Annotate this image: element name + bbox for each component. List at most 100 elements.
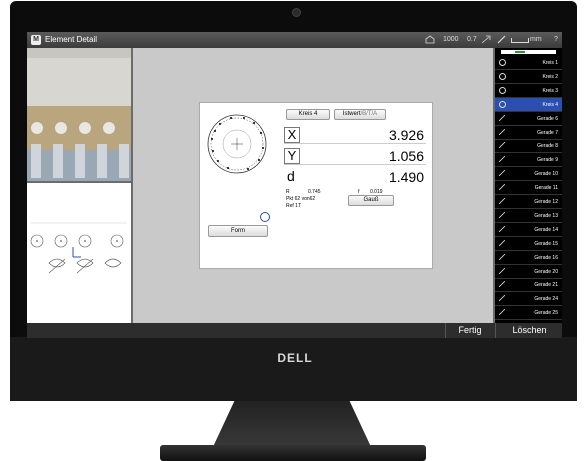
unit-label: mm <box>530 36 542 43</box>
list-item-label: Kreis 2 <box>542 73 558 80</box>
circle-icon <box>499 59 506 66</box>
window-title: Element Detail <box>45 35 98 44</box>
done-button[interactable]: Fertig <box>445 323 494 338</box>
list-header <box>501 50 556 54</box>
list-item-label: Kreis 4 <box>542 101 558 108</box>
list-item-label: Gerade 9 <box>537 157 558 164</box>
list-item[interactable]: Gerade 11 <box>495 181 562 196</box>
line-icon <box>498 225 506 233</box>
list-item[interactable]: Gerade 16 <box>495 251 562 265</box>
delete-button[interactable]: Löschen <box>495 323 562 338</box>
screen: M Element Detail 1000 0.7 mm ? Kreis 4 I… <box>27 32 562 338</box>
y-label: Y <box>284 148 300 164</box>
y-row: Y 1.056 <box>284 148 426 165</box>
element-detail-panel: Kreis 4 Istwert/B/T/A X 3.926 Y 1.056 d … <box>199 102 433 269</box>
reference-label: Ref 1T <box>286 203 302 209</box>
webcam <box>292 8 301 17</box>
cad-thumbnail[interactable] <box>27 183 131 323</box>
form-button[interactable]: Form <box>208 225 268 237</box>
list-item-label: Gerade 16 <box>534 254 558 261</box>
home-icon[interactable] <box>425 35 435 44</box>
status-value-2: 0.7 <box>467 36 477 43</box>
line-icon <box>498 197 506 205</box>
mode-button-rest: /B/T/A <box>360 111 378 117</box>
d-value: 1.490 <box>388 169 424 185</box>
light-icon[interactable] <box>481 35 491 44</box>
list-item[interactable]: Kreis 1 <box>495 56 562 70</box>
list-item[interactable]: Gerade 6 <box>495 112 562 126</box>
line-icon <box>498 308 506 316</box>
pen-icon[interactable] <box>497 35 507 44</box>
list-item-label: Gerade 25 <box>534 310 558 317</box>
d-row: d 1.490 <box>284 168 426 185</box>
monitor-stand <box>212 401 372 449</box>
circle-preview <box>204 111 270 177</box>
bottom-bar: Fertig Löschen <box>27 323 562 338</box>
line-icon <box>498 128 506 135</box>
list-item[interactable]: Gerade 14 <box>495 223 562 237</box>
list-item[interactable]: Gerade 15 <box>495 237 562 251</box>
mode-button-main: Istwert <box>342 111 361 117</box>
list-item-label: Gerade 20 <box>534 268 558 275</box>
line-icon <box>498 267 506 274</box>
element-list: Kreis 1 Kreis 2 Kreis 3 Kreis 4 Gerade 6 Gera… <box>495 48 562 323</box>
list-item[interactable]: Gerade 9 <box>495 153 562 168</box>
list-item-label: Kreis 3 <box>542 87 558 94</box>
list-item-label: Gerade 7 <box>537 129 558 136</box>
circle-icon <box>499 100 506 108</box>
line-icon <box>498 281 506 288</box>
line-icon <box>498 239 506 246</box>
line-icon <box>498 169 506 177</box>
line-icon <box>498 253 506 260</box>
list-item-label: Gerade 13 <box>534 212 558 219</box>
list-item-label: Kreis 1 <box>542 60 558 66</box>
status-value-1: 1000 <box>443 36 459 43</box>
line-icon <box>498 114 506 121</box>
list-item-label: Gerade 14 <box>534 226 558 233</box>
list-item-label: Gerade 21 <box>534 282 558 289</box>
circle-icon <box>499 86 506 94</box>
list-item-label: Gerade 10 <box>534 171 558 178</box>
list-header-indicator <box>515 51 525 53</box>
circle-icon <box>499 72 506 80</box>
circle-marker-icon <box>260 212 270 222</box>
mode-select-button[interactable]: Istwert/B/T/A <box>334 109 386 120</box>
list-item[interactable]: Kreis 2 <box>495 70 562 84</box>
y-value: 1.056 <box>388 148 424 164</box>
app-logo: M <box>31 35 41 45</box>
list-item[interactable]: Gerade 7 <box>495 126 562 140</box>
x-label: X <box>284 127 300 143</box>
list-item-label: Gerade 11 <box>534 185 558 192</box>
list-item[interactable]: Gerade 24 <box>495 292 562 307</box>
list-item-label: Gerade 12 <box>534 199 558 205</box>
list-item-label: Gerade 6 <box>537 115 558 122</box>
line-icon <box>498 156 506 163</box>
list-item[interactable]: Gerade 21 <box>495 278 562 293</box>
element-select-button[interactable]: Kreis 4 <box>286 109 330 120</box>
help-button[interactable]: ? <box>554 36 558 43</box>
list-item-label: Gerade 8 <box>537 143 558 150</box>
monitor-stand-base <box>160 445 426 461</box>
list-item[interactable]: Gerade 13 <box>495 209 562 223</box>
camera-thumbnail[interactable] <box>27 48 131 181</box>
list-item[interactable]: Gerade 12 <box>495 195 562 209</box>
title-bar: M Element Detail 1000 0.7 mm ? <box>27 32 562 48</box>
x-row: X 3.926 <box>284 127 426 144</box>
list-item[interactable]: Gerade 25 <box>495 306 562 321</box>
r-value: 0.745 <box>308 189 321 195</box>
list-item[interactable]: Gerade 10 <box>495 167 562 182</box>
list-item[interactable]: Kreis 4 <box>495 97 562 112</box>
line-icon <box>498 142 506 149</box>
list-item-label: Gerade 15 <box>534 240 558 247</box>
line-icon <box>498 183 506 191</box>
r-label: R <box>286 189 290 195</box>
list-item-label: Gerade 24 <box>534 296 558 303</box>
line-icon <box>498 295 506 302</box>
list-item[interactable]: Gerade 20 <box>495 265 562 279</box>
list-item[interactable]: Kreis 3 <box>495 84 562 98</box>
monitor-chin <box>10 337 577 401</box>
point-count: Pkt 62 von62 <box>286 196 316 202</box>
gauss-button[interactable]: Gauß <box>348 195 394 206</box>
list-item[interactable]: Gerade 8 <box>495 139 562 154</box>
line-icon <box>498 211 506 219</box>
